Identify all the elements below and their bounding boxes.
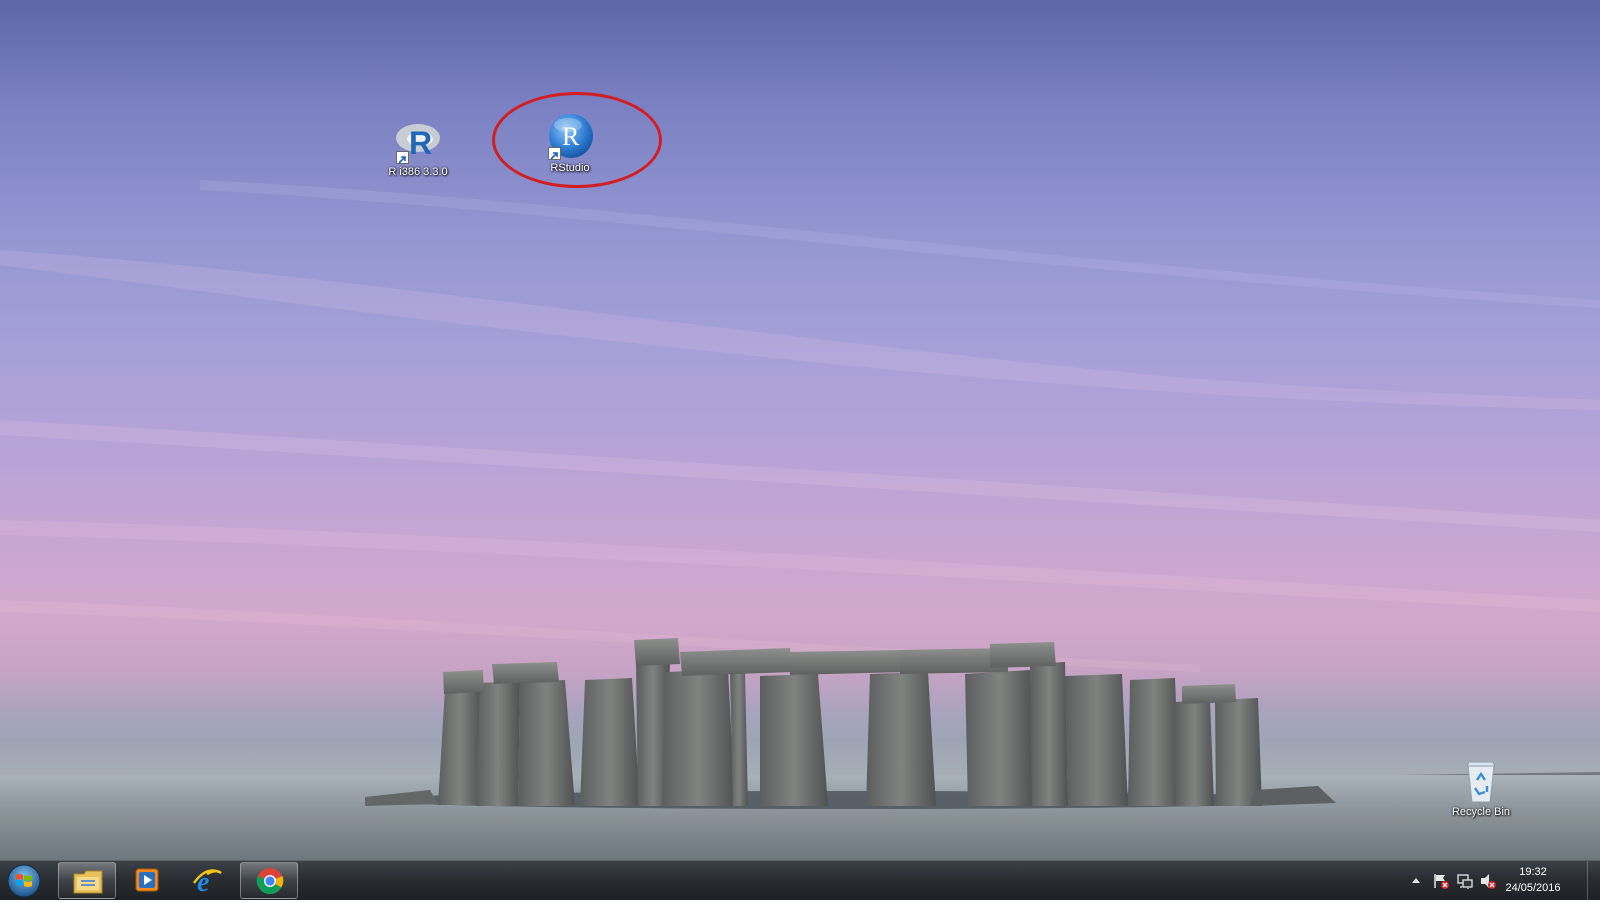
- file-explorer-icon: [73, 870, 103, 894]
- shortcut-arrow-icon: [396, 151, 409, 164]
- taskbar-internet-explorer[interactable]: e: [178, 862, 236, 899]
- taskbar-chrome[interactable]: [240, 862, 298, 899]
- show-hidden-icons-button[interactable]: [1410, 874, 1428, 892]
- clock-time: 19:32: [1519, 866, 1547, 878]
- svg-text:R: R: [409, 125, 432, 161]
- taskbar-file-explorer[interactable]: [58, 862, 116, 899]
- desktop-icon-r[interactable]: R R i386 3.3.0: [378, 116, 458, 179]
- show-hidden-icons-icon: [1412, 878, 1420, 883]
- recycle-bin-icon: [1457, 756, 1505, 804]
- internet-explorer-icon: e: [193, 867, 222, 895]
- chrome-icon: [256, 868, 284, 895]
- clock-date: 24/05/2016: [1505, 882, 1561, 894]
- taskbar-media-player[interactable]: [118, 862, 176, 899]
- windows-orb-icon: [7, 864, 41, 898]
- action-center-icon: [1434, 874, 1449, 889]
- media-player-icon: [135, 868, 159, 892]
- network-icon: [1457, 874, 1473, 889]
- r-logo-icon: R: [394, 116, 442, 164]
- annotation-highlight-circle: [492, 92, 662, 188]
- start-button[interactable]: [6, 864, 48, 898]
- wallpaper-stonehenge: [365, 638, 1336, 809]
- desktop-icon-label: Recycle Bin: [1451, 806, 1511, 818]
- network-tray[interactable]: [1456, 872, 1474, 890]
- taskbar: e 19:32 24/05/2016: [0, 860, 1600, 901]
- show-desktop-button[interactable]: [1587, 861, 1600, 901]
- desktop[interactable]: R R i386 3.3.0 R RStudio Recycle Bin: [0, 0, 1600, 860]
- desktop-icon-label: R i386 3.3.0: [388, 166, 448, 178]
- taskbar-clock[interactable]: 19:32 24/05/2016: [1493, 864, 1573, 896]
- desktop-icon-recycle-bin[interactable]: Recycle Bin: [1441, 756, 1521, 819]
- action-center-tray[interactable]: [1432, 872, 1450, 890]
